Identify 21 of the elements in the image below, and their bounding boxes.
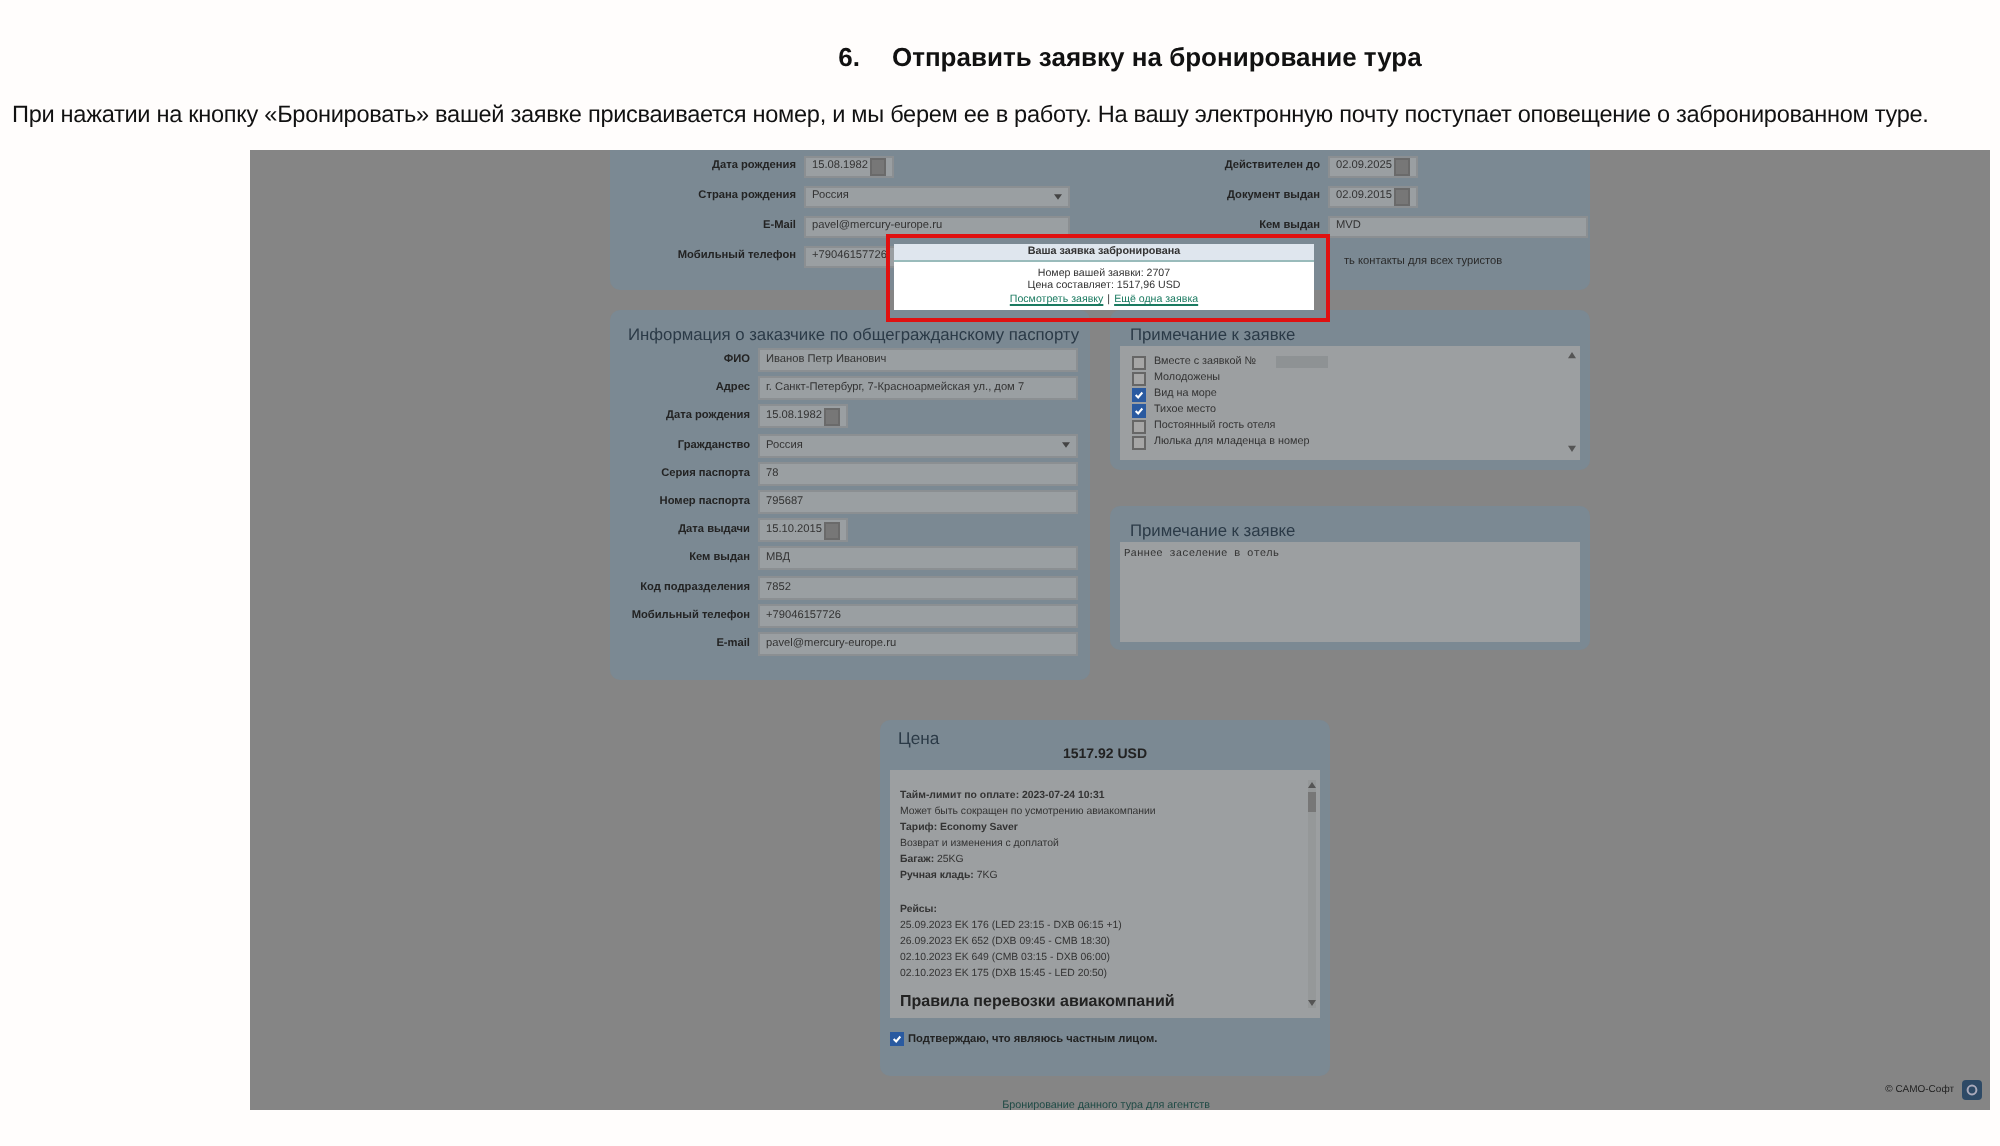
paragraph: При нажатии на кнопку «Бронировать» вашей заявке присваивается номер, и мы берем ее в работу. На вашу электронную почту поступает оповещение о забронированном туре. bbox=[12, 100, 1931, 128]
checkbox[interactable] bbox=[890, 1032, 904, 1046]
checkbox[interactable] bbox=[1132, 435, 1146, 449]
panel-title: Информация о заказчике по общегражданскому паспорту bbox=[626, 322, 1078, 346]
calendar-icon[interactable] bbox=[870, 157, 886, 175]
checkbox[interactable] bbox=[1132, 355, 1146, 369]
caret-icon bbox=[1054, 193, 1062, 199]
checkbox[interactable] bbox=[1132, 403, 1146, 417]
section-heading: Отправить заявку на бронирование тура bbox=[891, 42, 1422, 72]
calendar-icon[interactable] bbox=[824, 407, 840, 426]
checkbox[interactable] bbox=[1132, 371, 1146, 385]
checkbox[interactable] bbox=[1132, 387, 1146, 401]
rules-heading: Правила перевозки авиакомпаний bbox=[900, 994, 1177, 1011]
panel-title: Примечание к заявке bbox=[1128, 322, 1298, 346]
checkbox[interactable] bbox=[1132, 419, 1146, 433]
section-number: 6. bbox=[838, 42, 860, 72]
caret-icon bbox=[1062, 442, 1070, 449]
panel-title: Цена bbox=[896, 726, 942, 750]
calendar-icon[interactable] bbox=[824, 521, 840, 540]
settings-icon[interactable] bbox=[1962, 1080, 1982, 1100]
panel-title: Примечание к заявке bbox=[1128, 518, 1298, 542]
